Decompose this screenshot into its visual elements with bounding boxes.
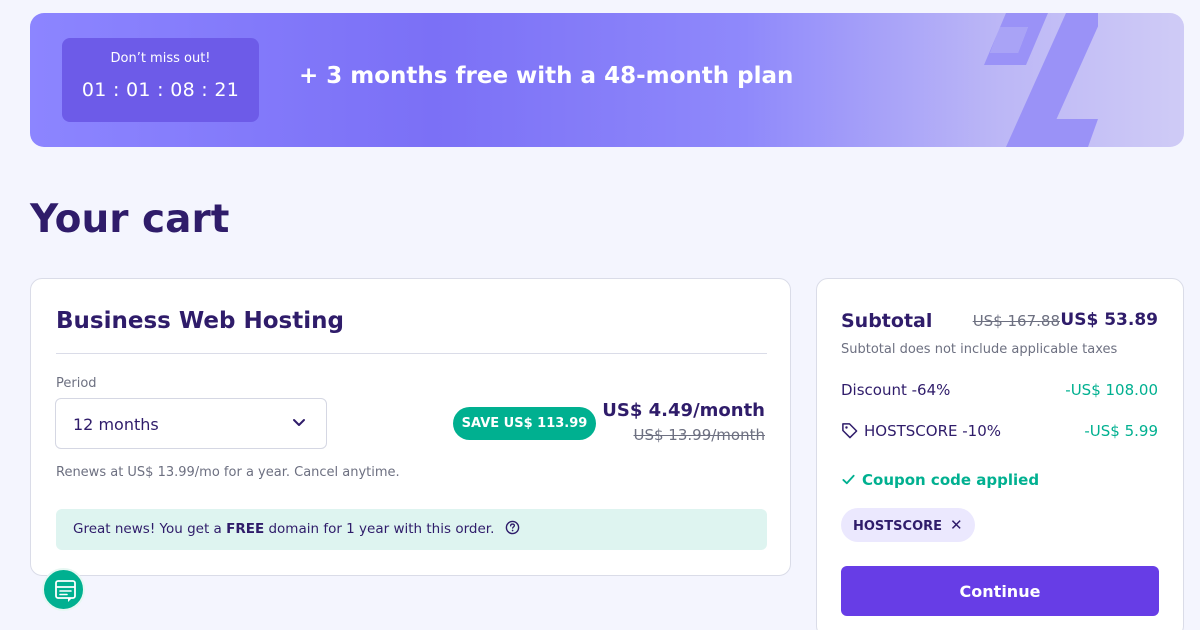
renewal-note: Renews at US$ 13.99/mo for a year. Cance… bbox=[56, 465, 400, 480]
domain-note-text: Great news! You get a bbox=[73, 521, 227, 537]
domain-note-text-end: domain for 1 year with this order. bbox=[264, 521, 495, 537]
chat-widget-button[interactable] bbox=[42, 568, 85, 611]
domain-note-free: FREE bbox=[226, 521, 265, 537]
percent-icon bbox=[984, 13, 1098, 147]
subtotal-total: US$ 53.89 bbox=[1060, 310, 1158, 330]
coupon-chip: HOSTSCORE ✕ bbox=[841, 508, 975, 542]
coupon-discount-value: -US$ 5.99 bbox=[1084, 422, 1158, 440]
promo-headline: + 3 months free with a 48-month plan bbox=[299, 63, 794, 89]
original-price: US$ 13.99/month bbox=[633, 426, 766, 444]
order-summary-card: Subtotal US$ 167.88 US$ 53.89 Subtotal d… bbox=[816, 278, 1184, 630]
coupon-applied-status: Coupon code applied bbox=[841, 471, 1039, 489]
tag-icon bbox=[842, 422, 858, 438]
price-per-month: US$ 4.49/month bbox=[602, 400, 765, 421]
countdown-box: Don’t miss out! 01 : 01 : 08 : 21 bbox=[62, 38, 259, 122]
countdown-timer: 01 : 01 : 08 : 21 bbox=[81, 79, 240, 101]
product-title: Business Web Hosting bbox=[56, 308, 344, 334]
divider bbox=[56, 353, 767, 354]
discount-value: -US$ 108.00 bbox=[1065, 381, 1158, 399]
countdown-label: Don’t miss out! bbox=[110, 51, 211, 66]
subtotal-original: US$ 167.88 bbox=[972, 312, 1060, 330]
promo-banner: Don’t miss out! 01 : 01 : 08 : 21 + 3 mo… bbox=[30, 13, 1184, 147]
free-domain-note: Great news! You get a FREE domain for 1 … bbox=[56, 509, 767, 550]
period-select[interactable]: 12 months bbox=[55, 398, 327, 449]
close-icon[interactable]: ✕ bbox=[950, 508, 963, 542]
coupon-label: HOSTSCORE -10% bbox=[864, 422, 1001, 440]
chat-icon bbox=[55, 580, 76, 602]
discount-label: Discount -64% bbox=[841, 381, 951, 399]
period-value: 12 months bbox=[73, 415, 159, 434]
question-circle-icon[interactable] bbox=[505, 520, 520, 535]
tax-note: Subtotal does not include applicable tax… bbox=[841, 342, 1118, 357]
coupon-applied-text: Coupon code applied bbox=[862, 471, 1040, 489]
subtotal-label: Subtotal bbox=[841, 310, 933, 332]
check-icon bbox=[842, 474, 855, 484]
chevron-down-icon bbox=[293, 419, 305, 426]
product-card: Business Web Hosting Period 12 months SA… bbox=[30, 278, 791, 576]
continue-button[interactable]: Continue bbox=[841, 566, 1159, 616]
period-label: Period bbox=[56, 376, 97, 391]
page-title: Your cart bbox=[30, 197, 230, 242]
save-badge: SAVE US$ 113.99 bbox=[453, 407, 596, 440]
coupon-chip-label: HOSTSCORE bbox=[853, 519, 943, 534]
coupon-row: HOSTSCORE -10% bbox=[841, 422, 1001, 440]
